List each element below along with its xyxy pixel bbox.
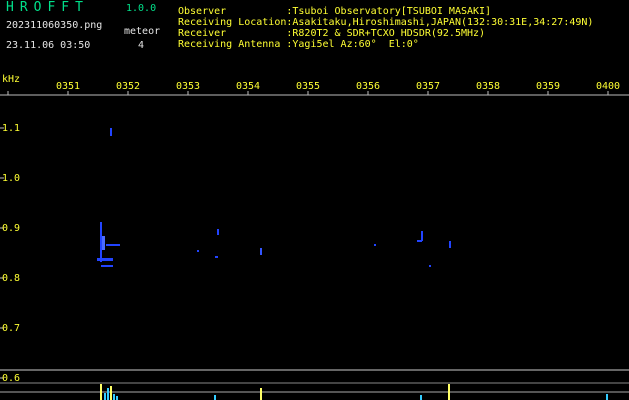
- frequency-tick-label: 0.8: [2, 273, 21, 284]
- y-unit-label: kHz: [2, 74, 21, 85]
- time-tick-label: 0400: [596, 81, 621, 92]
- antenna-line: Receiving Antenna :Yagi5el Az:60° El:0°: [178, 39, 419, 50]
- time-tick-label: 0355: [296, 81, 321, 92]
- time-tick-label: 0351: [56, 81, 81, 92]
- meteor-echoes: [97, 128, 451, 267]
- frequency-tick-marks: [0, 127, 4, 379]
- frequency-tick-label: 0.6: [2, 373, 21, 384]
- frequency-tick-label: 1.0: [2, 173, 21, 184]
- app-title: HROFFT: [6, 0, 89, 15]
- frequency-tick-label: 0.7: [2, 323, 21, 334]
- meteor-count: 4: [138, 40, 145, 51]
- spectrogram-plot: [0, 91, 629, 400]
- app-version: 1.0.0: [126, 3, 157, 14]
- meteor-label: meteor: [124, 26, 161, 37]
- datetime-label: 23.11.06 03:50: [6, 40, 91, 51]
- time-tick-label: 0358: [476, 81, 501, 92]
- time-tick-label: 0359: [536, 81, 561, 92]
- time-tick-label: 0354: [236, 81, 261, 92]
- frequency-tick-label: 1.1: [2, 123, 21, 134]
- time-tick-label: 0353: [176, 81, 201, 92]
- frequency-tick-label: 0.9: [2, 223, 21, 234]
- time-tick-label: 0356: [356, 81, 381, 92]
- filename-label: 202311060350.png: [6, 20, 103, 31]
- time-tick-label: 0357: [416, 81, 441, 92]
- time-tick-label: 0352: [116, 81, 141, 92]
